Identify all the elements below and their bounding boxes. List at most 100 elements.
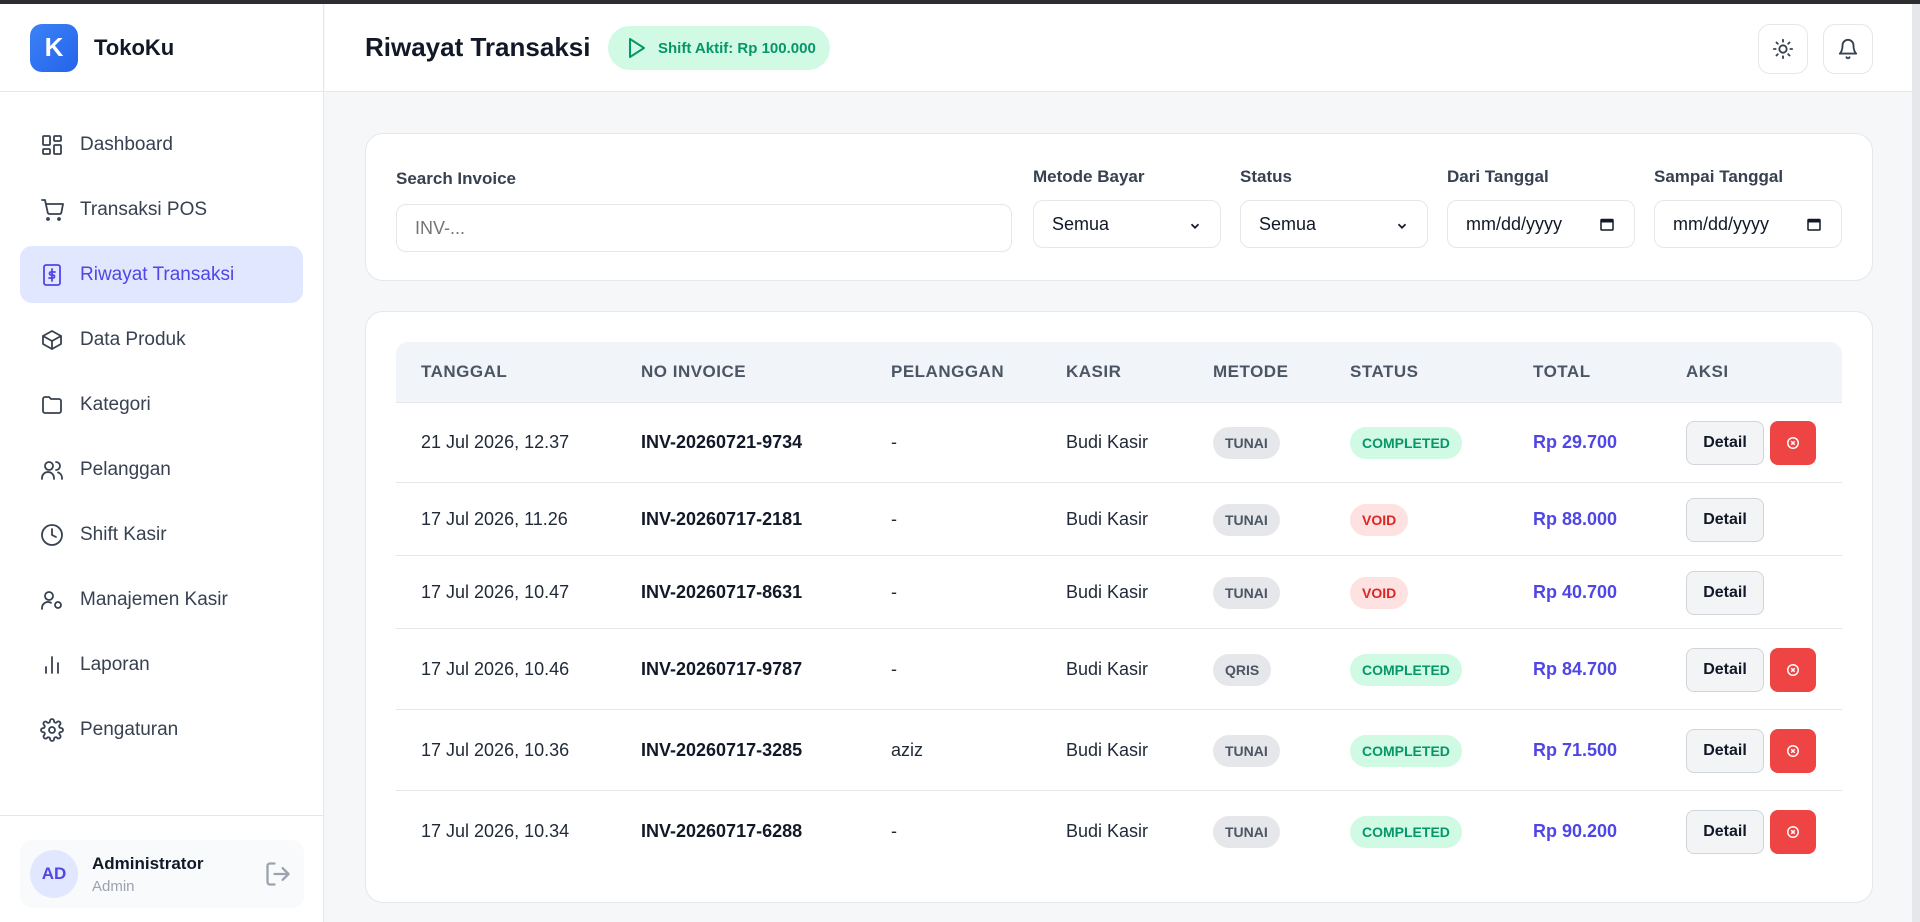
payment-method-select[interactable]: Semua — [1033, 200, 1221, 248]
customer-name: aziz — [891, 739, 924, 760]
detail-button[interactable]: Detail — [1686, 728, 1764, 773]
logout-icon[interactable] — [264, 860, 292, 888]
theme-toggle-button[interactable] — [1758, 24, 1808, 74]
column-header-total: TOTAL — [1533, 362, 1591, 381]
sidebar-item-label: Data Produk — [80, 328, 186, 350]
sidebar-item-label: Transaksi POS — [80, 198, 208, 220]
to-date-input[interactable]: mm/dd/yyyy — [1654, 200, 1842, 248]
detail-button[interactable]: Detail — [1686, 421, 1764, 465]
cashier-name: Budi Kasir — [1066, 739, 1149, 760]
customer-name: - — [891, 432, 897, 452]
customer-name: - — [891, 508, 897, 529]
gear-icon — [40, 717, 64, 742]
sidebar-item-pelanggan[interactable]: Pelanggan — [20, 441, 303, 498]
box-icon — [40, 328, 64, 352]
from-date-input[interactable]: mm/dd/yyyy — [1447, 200, 1635, 248]
sidebar-item-label: Manajemen Kasir — [80, 588, 228, 610]
transaction-date: 17 Jul 2026, 10.36 — [421, 739, 570, 760]
sidebar-item-shift-kasir[interactable]: Shift Kasir — [20, 506, 303, 563]
table-row: 21 Jul 2026, 12.37 INV-20260721-9734 - Budi… — [396, 402, 1842, 482]
transaction-date: 17 Jul 2026, 10.47 — [421, 581, 570, 602]
sidebar-item-kategori[interactable]: Kategori — [20, 376, 303, 433]
sidebar-item-pengaturan[interactable]: Pengaturan — [20, 701, 303, 758]
to-date-value: mm/dd/yyyy — [1673, 213, 1770, 234]
bell-icon — [1837, 38, 1859, 60]
detail-button[interactable]: Detail — [1686, 570, 1764, 615]
payment-method-badge: TUNAI — [1213, 576, 1280, 609]
payment-method-label: Metode Bayar — [1033, 167, 1145, 186]
page-scrollbar[interactable] — [1912, 4, 1920, 922]
transaction-total: Rp 40.700 — [1533, 581, 1618, 602]
payment-method-value: Semua — [1052, 213, 1110, 234]
void-transaction-button[interactable] — [1770, 728, 1816, 773]
sidebar-item-laporan[interactable]: Laporan — [20, 636, 303, 693]
avatar[interactable]: AD — [30, 850, 78, 898]
invoice-number: INV-20260717-9787 — [641, 658, 803, 679]
brand-logo: K — [30, 23, 78, 72]
transaction-total: Rp 29.700 — [1533, 432, 1618, 452]
status-badge: COMPLETED — [1350, 653, 1462, 686]
sidebar-item-manajemen-kasir[interactable]: Manajemen Kasir — [20, 571, 303, 628]
table-row: 17 Jul 2026, 10.46 INV-20260717-9787 - Budi… — [396, 628, 1842, 709]
customer-name: - — [891, 658, 897, 679]
transactions-table-card: TANGGAL NO INVOICE PELANGGAN KASIR METODE STA… — [365, 311, 1873, 903]
status-badge: VOID — [1350, 503, 1409, 536]
dashboard-icon — [40, 133, 64, 157]
table-row: 17 Jul 2026, 11.26 INV-20260717-2181 - Budi… — [396, 482, 1842, 555]
sidebar-nav: Dashboard Transaksi POS Riwayat Transaksi D… — [0, 92, 323, 758]
payment-method-badge: TUNAI — [1213, 427, 1280, 459]
x-circle-icon — [1786, 663, 1800, 677]
cashier-name: Budi Kasir — [1066, 658, 1149, 679]
sidebar-item-riwayat-transaksi[interactable]: Riwayat Transaksi — [20, 246, 303, 303]
status-select[interactable]: Semua — [1240, 200, 1428, 248]
sidebar-item-label: Pengaturan — [80, 718, 179, 740]
x-circle-icon — [1786, 436, 1800, 450]
brand[interactable]: K TokoKu — [0, 4, 323, 92]
column-header-kasir: KASIR — [1066, 362, 1122, 381]
invoice-number: INV-20260717-8631 — [641, 581, 803, 602]
filter-card: Search Invoice Metode Bayar Semua Status… — [365, 133, 1873, 281]
sidebar: K TokoKu Dashboard Transaksi POS Riwayat T… — [0, 4, 324, 922]
x-circle-icon — [1786, 825, 1800, 839]
cashier-name: Budi Kasir — [1066, 432, 1149, 452]
column-header-no-invoice: NO INVOICE — [641, 362, 747, 381]
void-transaction-button[interactable] — [1770, 647, 1816, 692]
sidebar-item-transaksi-pos[interactable]: Transaksi POS — [20, 181, 303, 238]
to-date-label: Sampai Tanggal — [1654, 167, 1784, 186]
invoice-number: INV-20260717-3285 — [641, 739, 803, 760]
chevron-down-icon — [1188, 217, 1202, 231]
user-role: Admin — [92, 877, 135, 895]
void-transaction-button[interactable] — [1770, 421, 1816, 465]
receipt-icon — [40, 263, 64, 287]
table-row: 17 Jul 2026, 10.36 INV-20260717-3285 aziz B… — [396, 709, 1842, 790]
customer-name: - — [891, 581, 897, 602]
transaction-total: Rp 71.500 — [1533, 739, 1618, 760]
x-circle-icon — [1786, 744, 1800, 758]
search-invoice-input[interactable] — [396, 204, 1012, 252]
calendar-icon[interactable] — [1598, 215, 1616, 233]
shift-status-badge[interactable]: Shift Aktif: Rp 100.000 — [608, 26, 830, 70]
payment-method-badge: TUNAI — [1213, 734, 1280, 767]
column-header-pelanggan: PELANGGAN — [891, 362, 1005, 381]
transaction-total: Rp 90.200 — [1533, 820, 1618, 841]
sun-icon — [1772, 38, 1794, 60]
status-value: Semua — [1259, 213, 1317, 234]
void-transaction-button[interactable] — [1770, 809, 1816, 854]
transaction-total: Rp 88.000 — [1533, 508, 1618, 529]
detail-button[interactable]: Detail — [1686, 809, 1764, 854]
payment-method-badge: QRIS — [1213, 653, 1272, 686]
calendar-icon[interactable] — [1805, 215, 1823, 233]
detail-button[interactable]: Detail — [1686, 497, 1764, 542]
column-header-status: STATUS — [1350, 362, 1419, 381]
column-header-tanggal: TANGGAL — [421, 362, 508, 381]
table-header: TANGGAL NO INVOICE PELANGGAN KASIR METODE STA… — [396, 342, 1842, 402]
invoice-number: INV-20260717-6288 — [641, 820, 803, 841]
status-badge: VOID — [1350, 576, 1409, 609]
detail-button[interactable]: Detail — [1686, 647, 1764, 692]
users-icon — [40, 458, 64, 482]
sidebar-item-data-produk[interactable]: Data Produk — [20, 311, 303, 368]
sidebar-item-dashboard[interactable]: Dashboard — [20, 116, 303, 173]
notifications-button[interactable] — [1823, 24, 1873, 74]
user-cog-icon — [40, 588, 64, 612]
transaction-total: Rp 84.700 — [1533, 658, 1618, 679]
